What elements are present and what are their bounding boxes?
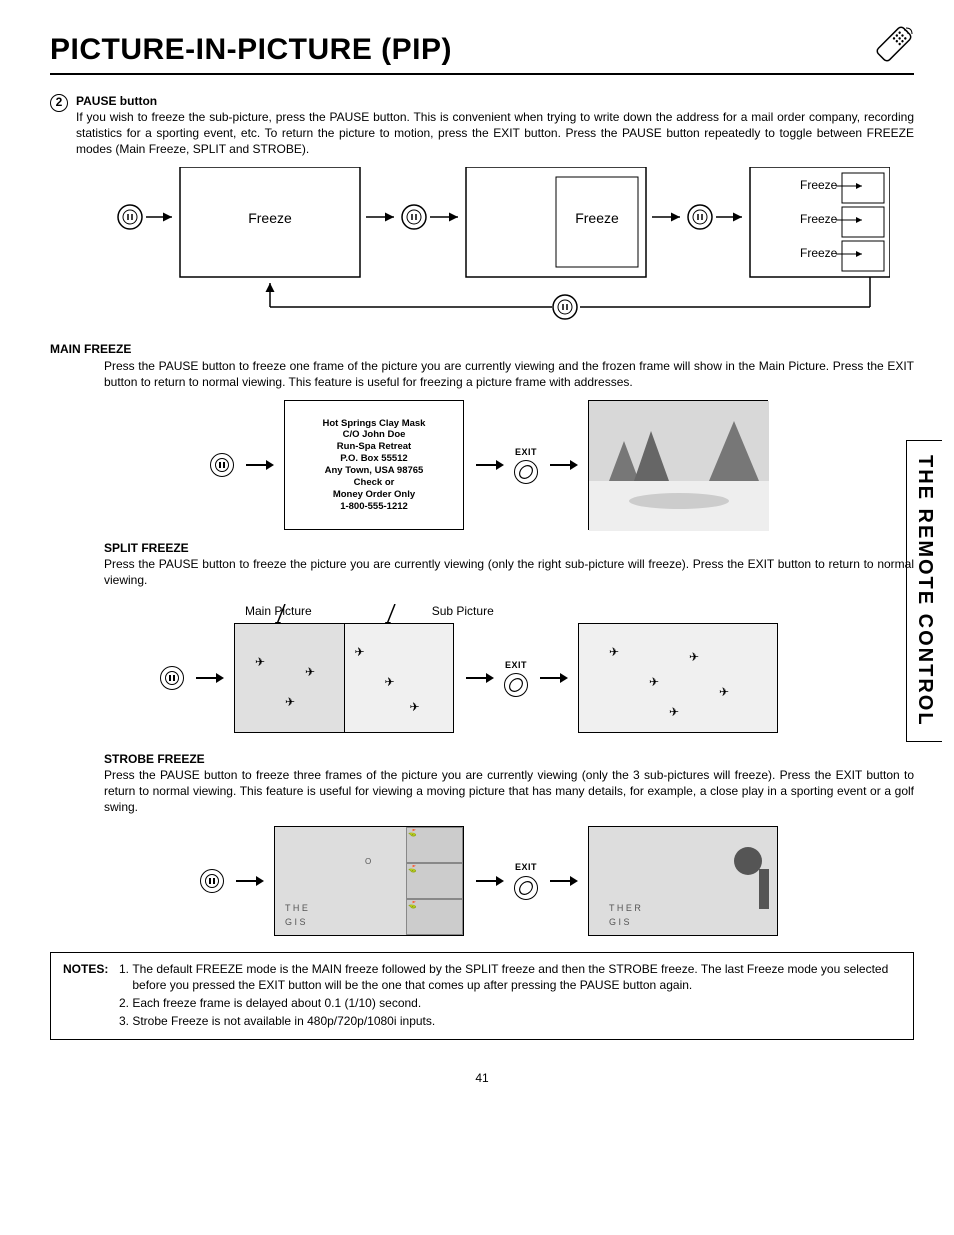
panel-line: Check or <box>354 477 395 489</box>
arrow-icon <box>476 880 502 882</box>
note-item: Each freeze frame is delayed about 0.1 (… <box>132 995 901 1011</box>
arrow-icon <box>236 880 262 882</box>
notes-box: NOTES: The default FREEZE mode is the MA… <box>50 952 914 1041</box>
side-tab-remote-control: THE REMOTE CONTROL <box>906 440 942 742</box>
arrow-icon <box>466 677 492 679</box>
remote-icon <box>874 24 914 64</box>
freeze-modes-diagram: Freeze Freeze Freeze Freeze Freeze <box>110 167 890 327</box>
page-number: 41 <box>50 1070 914 1086</box>
main-freeze-diagram: Hot Springs Clay Mask C/O John Doe Run-S… <box>210 400 914 530</box>
main-freeze-heading: MAIN FREEZE <box>50 341 914 357</box>
panel-line: C/O John Doe <box>343 429 406 441</box>
exit-icon <box>514 460 538 484</box>
svg-text:Freeze: Freeze <box>248 210 292 226</box>
arrow-icon <box>196 677 222 679</box>
strobe-freeze-text: Press the PAUSE button to freeze three f… <box>104 767 914 816</box>
split-freeze-heading: SPLIT FREEZE <box>104 540 914 556</box>
split-freeze-text: Press the PAUSE button to freeze the pic… <box>104 556 914 588</box>
strobe-freeze-heading: STROBE FREEZE <box>104 751 914 767</box>
arrow-icon <box>540 677 566 679</box>
panel-line: Any Town, USA 98765 <box>325 465 424 477</box>
svg-text:Freeze: Freeze <box>800 178 838 192</box>
note-item: The default FREEZE mode is the MAIN free… <box>132 961 901 993</box>
pause-icon <box>200 869 224 893</box>
note-item: Strobe Freeze is not available in 480p/7… <box>132 1013 901 1029</box>
strobe-freeze-diagram: T H E G I S O ⛳ ⛳ ⛳ EXIT T H E R G I S <box>200 826 914 936</box>
panel-line: Hot Springs Clay Mask <box>323 418 426 430</box>
notes-label: NOTES: <box>63 961 108 977</box>
exit-button: EXIT <box>514 861 538 899</box>
step-number: 2 <box>50 94 68 112</box>
panel-line: Run-Spa Retreat <box>337 441 411 453</box>
panel-line: Money Order Only <box>333 489 415 501</box>
panel-line: P.O. Box 55512 <box>340 453 407 465</box>
svg-text:Freeze: Freeze <box>575 210 619 226</box>
arrow-icon <box>550 464 576 466</box>
exit-button: EXIT <box>504 659 528 697</box>
page-title: PICTURE-IN-PICTURE (PIP) <box>50 30 452 71</box>
split-freeze-diagram: Main Picture Sub Picture ✈ ✈ ✈ ✈ ✈ ✈ EXI… <box>160 603 914 733</box>
exit-icon <box>504 673 528 697</box>
svg-text:Freeze: Freeze <box>800 246 838 260</box>
pause-icon <box>210 453 234 477</box>
svg-text:Freeze: Freeze <box>800 212 838 226</box>
arrow-icon <box>550 880 576 882</box>
arrow-icon <box>246 464 272 466</box>
pause-button-text: If you wish to freeze the sub-picture, p… <box>76 109 914 158</box>
pause-button-heading: PAUSE button <box>76 93 914 109</box>
panel-line: 1-800-555-1212 <box>340 501 408 513</box>
sub-picture-label: Sub Picture <box>432 603 494 619</box>
pause-icon <box>160 666 184 690</box>
arrow-icon <box>476 464 502 466</box>
exit-icon <box>514 876 538 900</box>
main-freeze-text: Press the PAUSE button to freeze one fra… <box>104 358 914 390</box>
exit-button: EXIT <box>514 446 538 484</box>
